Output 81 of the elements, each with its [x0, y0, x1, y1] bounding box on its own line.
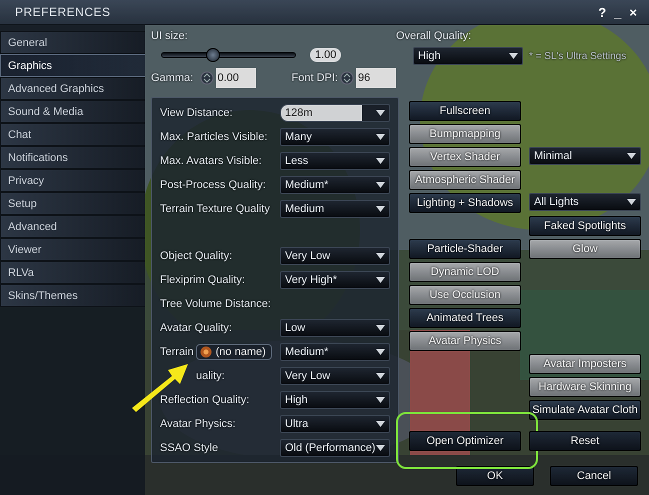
caret-icon	[627, 199, 636, 205]
sidebar-item[interactable]: Graphics	[0, 54, 145, 77]
sidebar-item[interactable]: Setup	[0, 192, 145, 215]
dropdown[interactable]: 128m	[280, 104, 390, 122]
sidebar-item[interactable]: RLVa	[0, 261, 145, 284]
dropdown[interactable]: Very High*	[280, 271, 390, 289]
action-button[interactable]: Reset	[529, 431, 641, 451]
caret-icon	[376, 253, 385, 259]
number-field[interactable]: 0.00	[216, 68, 256, 88]
number-field[interactable]: 96	[356, 68, 396, 88]
dropdown[interactable]: Medium	[280, 200, 390, 218]
window-title: PREFERENCES	[15, 5, 112, 19]
dropdown[interactable]: Minimal	[529, 147, 641, 165]
dropdown[interactable]: High	[280, 391, 390, 409]
caret-icon	[376, 397, 385, 403]
setting-label: Max. Avatars Visible:	[160, 155, 262, 167]
setting-label: Max. Particles Visible:	[160, 131, 268, 143]
dropdown[interactable]: Ultra	[280, 415, 390, 433]
setting-label: uality:	[196, 370, 225, 382]
setting-label: Avatar Quality:	[160, 322, 232, 334]
caret-icon	[376, 445, 385, 451]
dropdown[interactable]: Very Low	[280, 367, 390, 385]
ultra-settings-note: * = SL's Ultra Settings	[529, 50, 626, 62]
setting-label: Reflection Quality:	[160, 394, 250, 406]
overall-quality-label: Overall Quality:	[396, 30, 472, 42]
toggle-button[interactable]: Fullscreen	[409, 101, 521, 121]
dropdown[interactable]: Medium*	[280, 343, 390, 361]
caret-icon	[376, 349, 385, 355]
sidebar-item[interactable]: General	[0, 31, 145, 54]
dropdown[interactable]: Less	[280, 152, 390, 170]
dropdown[interactable]: Old (Performance)	[280, 439, 390, 457]
caret-icon	[376, 277, 385, 283]
caret-icon	[509, 53, 518, 59]
dropdown[interactable]: Many	[280, 128, 390, 146]
object-icon	[200, 346, 212, 358]
title-button[interactable]: ×	[625, 4, 641, 20]
caret-icon	[376, 110, 385, 116]
caret-icon	[376, 373, 385, 379]
dialog-button[interactable]: OK	[456, 466, 534, 486]
toggle-button[interactable]: Simulate Avatar Cloth	[529, 400, 641, 420]
dialog-button[interactable]: Cancel	[550, 466, 638, 486]
caret-icon	[376, 158, 385, 164]
setting-label: Post-Process Quality:	[160, 179, 266, 191]
toggle-button[interactable]: Lighting + Shadows	[409, 193, 521, 213]
setting-label: Avatar Physics:	[160, 418, 236, 430]
sidebar-item[interactable]: Advanced	[0, 215, 145, 238]
setting-label: Flexiprim Quality:	[160, 274, 245, 286]
caret-icon	[376, 421, 385, 427]
caret-icon	[627, 153, 636, 159]
gamma-label: Gamma:	[151, 72, 194, 84]
dropdown[interactable]: High	[413, 47, 523, 65]
sidebar-item[interactable]: Chat	[0, 123, 145, 146]
dropdown[interactable]: All Lights	[529, 193, 641, 211]
sidebar-item[interactable]: Sound & Media	[0, 100, 145, 123]
sidebar-item[interactable]: Notifications	[0, 146, 145, 169]
title-button[interactable]: _	[610, 4, 626, 20]
setting-label: Terrain Texture Quality	[160, 203, 270, 215]
setting-label: Terrain	[160, 346, 194, 358]
sidebar-item[interactable]: Skins/Themes	[0, 284, 145, 307]
caret-icon	[376, 134, 385, 140]
sidebar-item[interactable]: Viewer	[0, 238, 145, 261]
action-button[interactable]: Open Optimizer	[409, 431, 521, 451]
sidebar-item[interactable]: Advanced Graphics	[0, 77, 145, 100]
caret-icon	[376, 206, 385, 212]
toggle-button[interactable]: Faked Spotlights	[529, 216, 641, 236]
tooltip-text: (no name)	[216, 346, 266, 358]
sidebar-item[interactable]: Privacy	[0, 169, 145, 192]
toggle-button[interactable]: Particle-Shader	[409, 239, 521, 259]
dropdown[interactable]: Very Low	[280, 247, 390, 265]
setting-label: SSAO Style	[160, 442, 218, 454]
caret-icon	[376, 182, 385, 188]
dropdown[interactable]: Medium*	[280, 176, 390, 194]
ui-size-value: 1.00	[310, 48, 342, 62]
setting-label: Object Quality:	[160, 250, 232, 262]
toggle-button[interactable]: Animated Trees	[409, 308, 521, 328]
dropdown[interactable]: Low	[280, 319, 390, 337]
ui-size-label: UI size:	[151, 30, 189, 42]
title-button[interactable]: ?	[594, 4, 610, 20]
setting-label: Tree Volume Distance:	[160, 298, 271, 310]
font-dpi-label: Font DPI:	[292, 72, 339, 84]
setting-label: View Distance:	[160, 107, 233, 119]
